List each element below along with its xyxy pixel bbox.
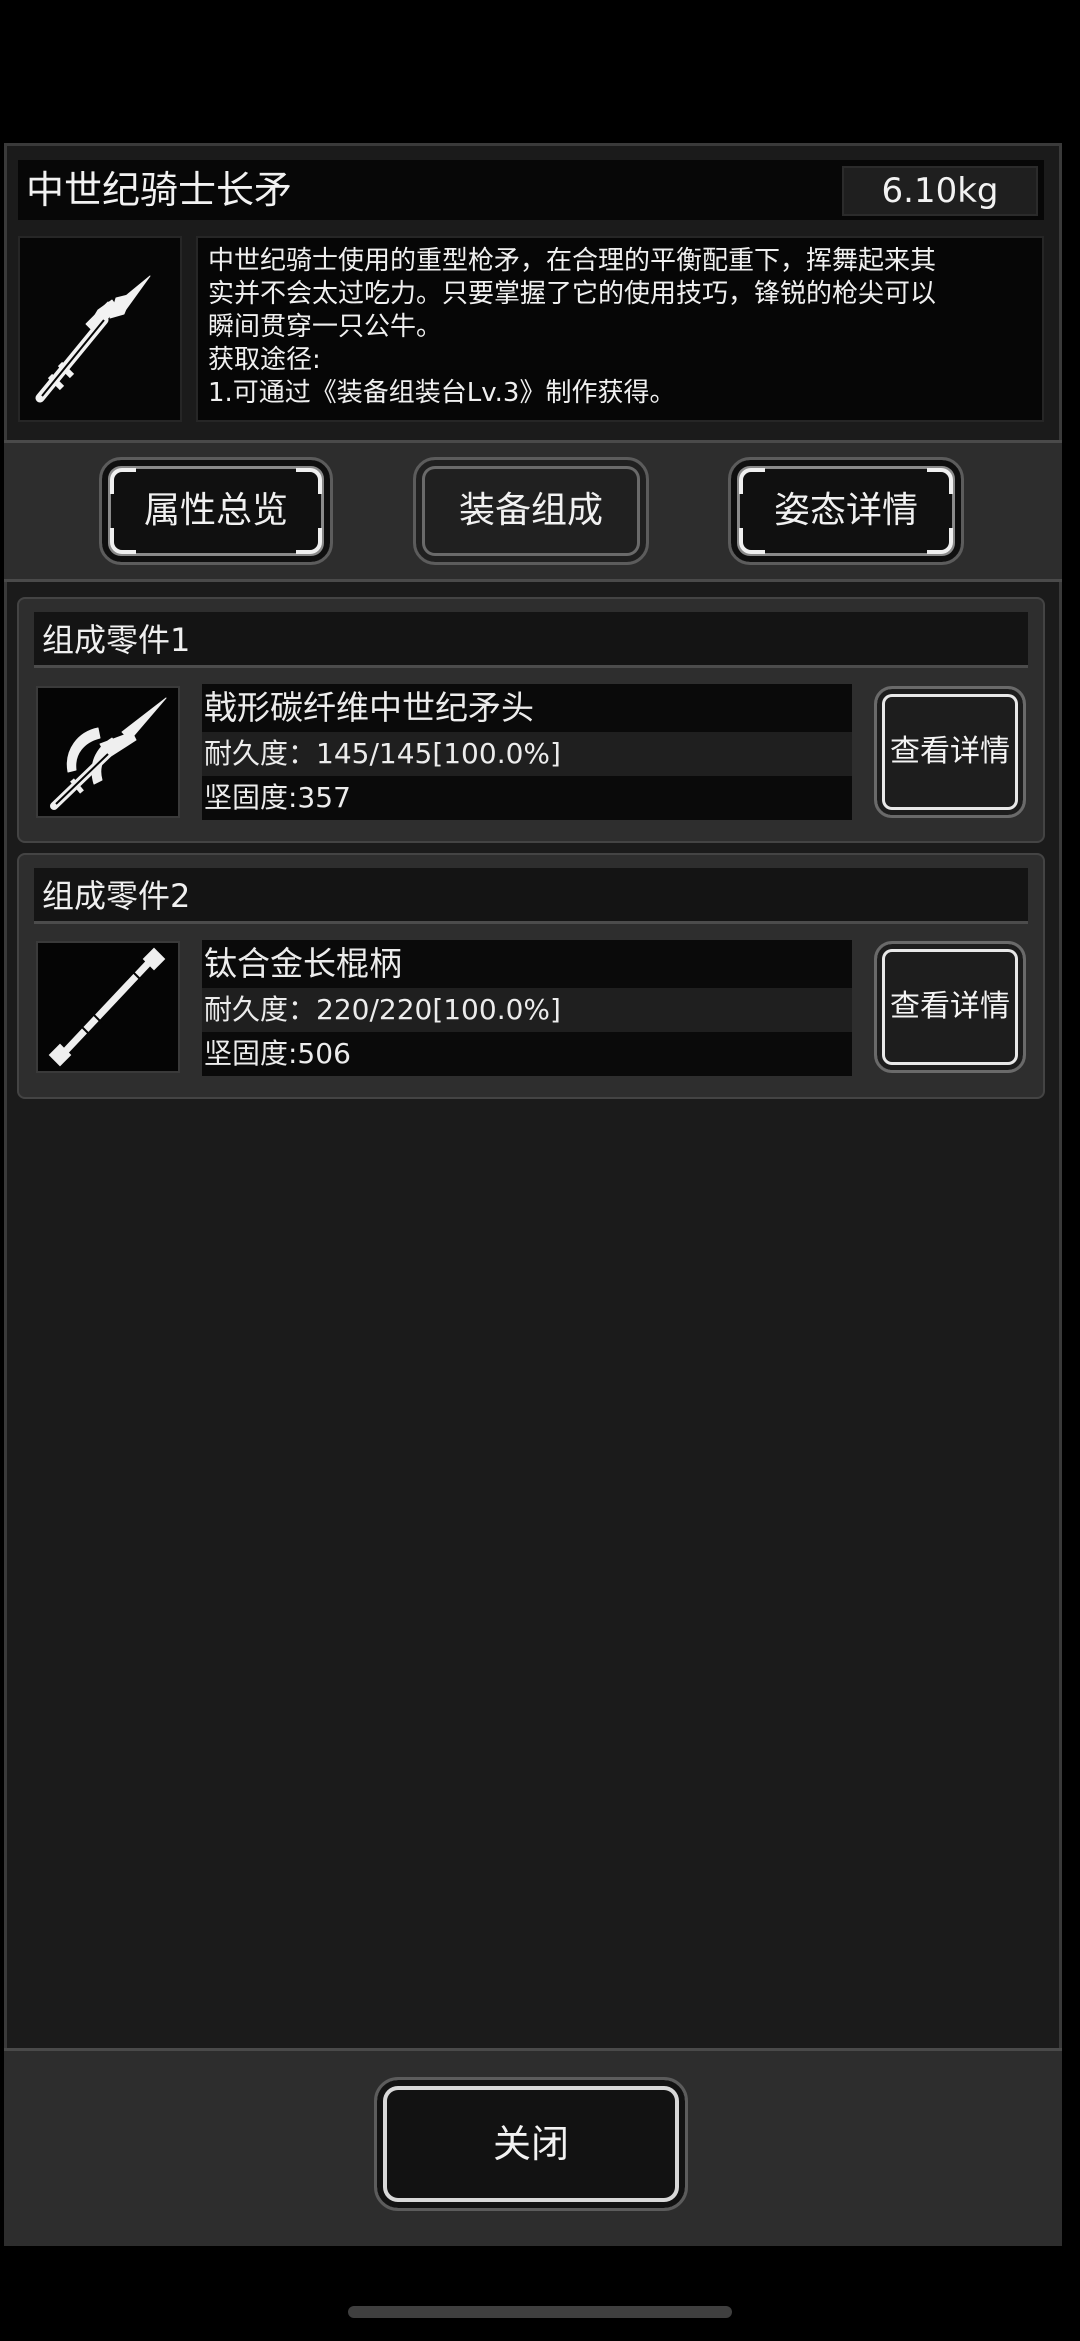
close-button[interactable]: 关闭 <box>374 2077 688 2211</box>
item-weight: 6.10kg <box>842 166 1038 216</box>
component-header: 组成零件2 <box>34 868 1028 924</box>
component-durability: 耐久度：145/145[100.0%] <box>202 732 852 776</box>
component-hardness: 坚固度:506 <box>202 1032 852 1076</box>
description-line: 1.可通过《装备组装台Lv.3》制作获得。 <box>208 378 676 408</box>
tab-stance-details[interactable]: 姿态详情 <box>728 457 964 565</box>
view-details-button[interactable]: 查看详情 <box>874 941 1026 1073</box>
view-details-button[interactable]: 查看详情 <box>874 686 1026 818</box>
description-line: 实并不会太过吃力。只要掌握了它的使用技巧，锋锐的枪尖可以 <box>208 279 937 309</box>
item-description: 中世纪骑士使用的重型枪矛，在合理的平衡配重下，挥舞起来其 实并不会太过吃力。只要… <box>196 236 1044 422</box>
halberd-head-icon <box>50 697 167 810</box>
tab-attribute-overview[interactable]: 属性总览 <box>99 457 333 565</box>
component-icon-frame <box>36 941 180 1073</box>
item-icon-frame <box>18 236 182 422</box>
spear-icon <box>35 275 151 403</box>
item-title: 中世纪骑士长矛 <box>26 168 293 212</box>
staff-handle-icon <box>48 947 166 1067</box>
home-indicator[interactable] <box>348 2306 732 2318</box>
description-line: 获取途径: <box>208 345 321 375</box>
component-header: 组成零件1 <box>34 612 1028 668</box>
description-line: 瞬间贯穿一只公牛。 <box>208 312 443 342</box>
tab-equipment-composition[interactable]: 装备组成 <box>413 457 649 565</box>
component-icon-frame <box>36 686 180 818</box>
tab-label: 装备组成 <box>458 490 603 531</box>
component-hardness: 坚固度:357 <box>202 776 852 820</box>
component-name: 钛合金长棍柄 <box>202 940 852 988</box>
component-durability: 耐久度：220/220[100.0%] <box>202 988 852 1032</box>
description-line: 中世纪骑士使用的重型枪矛，在合理的平衡配重下，挥舞起来其 <box>208 246 937 276</box>
component-name: 戟形碳纤维中世纪矛头 <box>202 684 852 732</box>
tab-label: 姿态详情 <box>773 490 918 531</box>
tab-label: 属性总览 <box>143 490 288 531</box>
